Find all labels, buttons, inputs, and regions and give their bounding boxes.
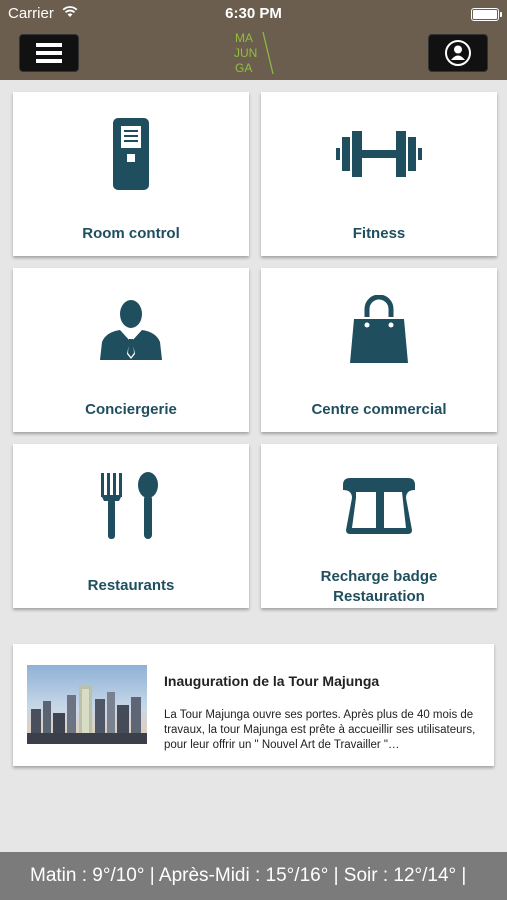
svg-text:GA: GA [235,61,252,75]
room-control-icon [13,114,249,194]
hamburger-icon [36,43,62,63]
shopping-bag-icon [261,290,497,370]
news-thumbnail [27,665,147,744]
tile-label-line-2: Restauration [333,588,425,605]
status-bar: Carrier 6:30 PM [0,0,507,28]
news-title: Inauguration de la Tour Majunga [164,673,380,689]
weather-ticker: Matin : 9°/10° | Après-Midi : 15°/16° | … [0,852,507,900]
clock: 6:30 PM [225,5,282,22]
tile-label: Fitness [352,225,406,242]
svg-text:JUN: JUN [234,46,257,60]
news-excerpt: La Tour Majunga ouvre ses portes. Après … [164,709,476,751]
tile-label: Restaurants [87,577,175,594]
tile-centre-commercial[interactable]: Centre commercial [261,268,497,432]
tile-conciergerie[interactable]: Conciergerie [13,268,249,432]
fork-spoon-icon [13,466,249,546]
tile-recharge-badge[interactable]: Recharge badge Restauration [261,444,497,608]
majunga-logo: MA JUN GA [234,31,274,75]
user-icon [445,40,471,66]
profile-button[interactable] [428,34,488,72]
concierge-icon [13,290,249,370]
tile-label: Centre commercial [311,401,447,418]
tile-restaurants[interactable]: Restaurants [13,444,249,608]
tile-label: Conciergerie [85,401,177,418]
menu-button[interactable] [19,34,79,72]
tile-label-line-1: Recharge badge [320,568,438,585]
news-card[interactable]: Inauguration de la Tour Majunga La Tour … [13,644,494,766]
battery-level [473,10,497,19]
tile-label: Room control [82,225,180,242]
tile-fitness[interactable]: Fitness [261,92,497,256]
battery-icon [471,8,502,21]
nav-bar: MA JUN GA [0,28,507,80]
svg-text:MA: MA [235,31,253,45]
tile-room-control[interactable]: Room control [13,92,249,256]
weather-text: Matin : 9°/10° | Après-Midi : 15°/16° | … [30,865,467,886]
badge-reader-icon [261,466,497,546]
dumbbell-icon [261,114,497,194]
